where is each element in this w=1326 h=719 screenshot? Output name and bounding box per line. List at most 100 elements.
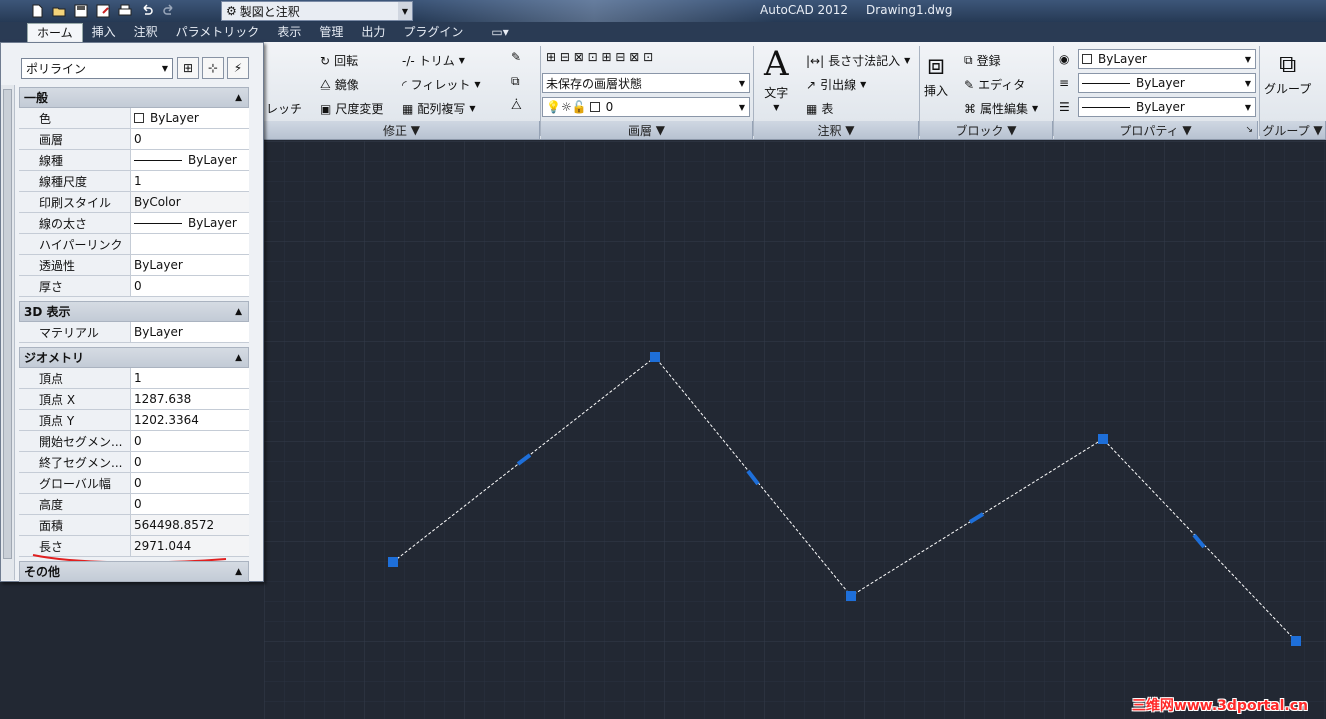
tab-manage[interactable]: 管理 bbox=[310, 23, 352, 42]
stretch-button[interactable]: レッチ bbox=[266, 100, 302, 117]
open-file-icon[interactable] bbox=[50, 2, 68, 20]
line-sample bbox=[134, 222, 182, 224]
tab-view[interactable]: 表示 bbox=[268, 23, 310, 42]
section-general[interactable]: 一般 ▲ bbox=[19, 87, 249, 108]
vertex-grip[interactable] bbox=[1291, 636, 1301, 646]
property-row[interactable]: 高度 0 bbox=[19, 494, 249, 515]
leader-button[interactable]: ↗ 引出線 ▼ bbox=[806, 76, 866, 93]
create-block-button[interactable]: ⧉ 登録 bbox=[964, 52, 1001, 69]
color-swatch bbox=[589, 102, 600, 112]
property-row[interactable]: マテリアル ByLayer bbox=[19, 322, 249, 343]
property-row[interactable]: 面積 564498.8572 bbox=[19, 515, 249, 536]
property-row[interactable]: 終了セグメン... 0 bbox=[19, 452, 249, 473]
erase-icon[interactable]: ✎ bbox=[511, 50, 521, 64]
layer-state-dropdown[interactable]: 未保存の画層状態 ▼ bbox=[542, 73, 750, 93]
dimension-icon: |↔| bbox=[806, 53, 825, 68]
tab-plugins[interactable]: プラグイン bbox=[394, 23, 472, 42]
vertex-grip[interactable] bbox=[846, 591, 856, 601]
workspace-label: 製図と注釈 bbox=[239, 4, 300, 19]
layer-dropdown[interactable]: 💡 ☼ 🔓 0 ▼ bbox=[542, 97, 750, 117]
explode-icon[interactable]: ⧊ bbox=[511, 98, 522, 113]
select-objects-icon[interactable]: ⊹ bbox=[202, 57, 224, 79]
property-row[interactable]: 厚さ 0 bbox=[19, 276, 249, 297]
property-row[interactable]: 画層 0 bbox=[19, 129, 249, 150]
color-dropdown[interactable]: ByLayer ▼ bbox=[1078, 49, 1256, 69]
table-button[interactable]: ▦ 表 bbox=[806, 100, 833, 117]
array-button[interactable]: ▦ 配列複写 ▼ bbox=[402, 100, 476, 117]
property-row[interactable]: 開始セグメン... 0 bbox=[19, 431, 249, 452]
save-icon[interactable] bbox=[72, 2, 90, 20]
property-row[interactable]: ハイパーリンク bbox=[19, 234, 249, 255]
chevron-down-icon: ▼ bbox=[1244, 54, 1252, 64]
insert-block-button[interactable]: ⧈ 挿入 bbox=[924, 50, 948, 99]
dialog-launcher-icon[interactable]: ↘ bbox=[1245, 125, 1253, 135]
linetype-icon[interactable]: ≡ bbox=[1059, 76, 1069, 90]
panel-title-layers[interactable]: 画層 ▼ bbox=[541, 121, 753, 139]
save-as-icon[interactable] bbox=[94, 2, 112, 20]
quick-select-icon[interactable]: ⚡ bbox=[227, 57, 249, 79]
text-button[interactable]: A 文字 ▼ bbox=[764, 46, 789, 112]
panel-title-properties[interactable]: プロパティ ▼ ↘ bbox=[1054, 121, 1258, 139]
watermark: 三维网www.3dportal.cn bbox=[1131, 698, 1308, 714]
tab-output[interactable]: 出力 bbox=[352, 23, 394, 42]
redo-icon[interactable] bbox=[160, 2, 178, 20]
lineweight-icon[interactable]: ☰ bbox=[1059, 100, 1070, 114]
property-row[interactable]: 色 ByLayer bbox=[19, 108, 249, 129]
scrollbar-thumb[interactable] bbox=[3, 89, 12, 559]
panel-title-groups[interactable]: グループ ▼ bbox=[1260, 121, 1326, 139]
tab-home[interactable]: ホーム bbox=[27, 23, 83, 42]
palette-scrollbar[interactable] bbox=[1, 85, 15, 580]
object-type-dropdown[interactable]: ポリライン ▼ bbox=[21, 58, 173, 79]
property-row[interactable]: 頂点 Y 1202.3364 bbox=[19, 410, 249, 431]
property-row[interactable]: 頂点 1 bbox=[19, 368, 249, 389]
property-row[interactable]: 線の太さ ByLayer bbox=[19, 213, 249, 234]
drawing-canvas[interactable] bbox=[264, 141, 1326, 719]
copy-icon[interactable]: ⧉ bbox=[511, 74, 520, 89]
lock-icon: 🔓 bbox=[571, 100, 587, 114]
chevron-down-icon: ▼ bbox=[1032, 104, 1039, 113]
color-wheel-icon[interactable]: ◉ bbox=[1059, 52, 1069, 66]
fillet-button[interactable]: ◜ フィレット ▼ bbox=[402, 76, 481, 93]
property-row[interactable]: 頂点 X 1287.638 bbox=[19, 389, 249, 410]
ribbon-minimize-icon[interactable]: ▭▾ bbox=[482, 23, 517, 42]
lineweight-dropdown[interactable]: ByLayer ▼ bbox=[1078, 97, 1256, 117]
plot-icon[interactable] bbox=[116, 2, 134, 20]
tab-insert[interactable]: 挿入 bbox=[83, 23, 125, 42]
property-row[interactable]: 線種 ByLayer bbox=[19, 150, 249, 171]
toggle-pickadd-icon[interactable]: ⊞ bbox=[177, 57, 199, 79]
section-3d-display[interactable]: 3D 表示 ▲ bbox=[19, 301, 249, 322]
rotate-button[interactable]: ↻ 回転 bbox=[320, 52, 358, 69]
color-swatch bbox=[1082, 54, 1092, 64]
tab-annotate[interactable]: 注釈 bbox=[125, 23, 167, 42]
section-geometry[interactable]: ジオメトリ ▲ bbox=[19, 347, 249, 368]
vertex-grip[interactable] bbox=[650, 352, 660, 362]
panel-title-annotation[interactable]: 注釈 ▼ bbox=[754, 121, 919, 139]
chevron-down-icon: ▼ bbox=[860, 80, 867, 89]
property-row[interactable]: グローバル幅 0 bbox=[19, 473, 249, 494]
property-row[interactable]: 線種尺度 1 bbox=[19, 171, 249, 192]
vertex-grip[interactable] bbox=[388, 557, 398, 567]
tab-parametric[interactable]: パラメトリック bbox=[167, 23, 269, 42]
workspace-dropdown[interactable]: ⚙ 製図と注釈 ▼ bbox=[221, 1, 413, 21]
line-sample bbox=[1082, 82, 1130, 84]
panel-title-block[interactable]: ブロック ▼ bbox=[920, 121, 1053, 139]
vertex-grip[interactable] bbox=[1098, 434, 1108, 444]
layer-tools-icons[interactable]: ⊞ ⊟ ⊠ ⊡ ⊞ ⊟ ⊠ ⊡ bbox=[546, 50, 653, 64]
scale-button[interactable]: ▣ 尺度変更 bbox=[320, 100, 383, 117]
attribute-edit-button[interactable]: ⌘ 属性編集 ▼ bbox=[964, 100, 1038, 117]
mirror-button[interactable]: ⧋ 鏡像 bbox=[320, 76, 359, 93]
section-other[interactable]: その他 ▲ bbox=[19, 561, 249, 582]
property-row[interactable]: 印刷スタイル ByColor bbox=[19, 192, 249, 213]
chevron-down-icon: ▼ bbox=[904, 56, 911, 65]
canvas-area[interactable] bbox=[0, 582, 264, 719]
property-row[interactable]: 透過性 ByLayer bbox=[19, 255, 249, 276]
panel-title-modify[interactable]: 修正 ▼ bbox=[264, 121, 540, 139]
linetype-dropdown[interactable]: ByLayer ▼ bbox=[1078, 73, 1256, 93]
group-button[interactable]: ⧉ グループ bbox=[1264, 50, 1311, 97]
block-editor-button[interactable]: ✎ エディタ bbox=[964, 76, 1025, 93]
chevron-down-icon: ▼ bbox=[458, 56, 465, 65]
trim-button[interactable]: -/- トリム ▼ bbox=[402, 52, 465, 69]
new-file-icon[interactable] bbox=[28, 2, 46, 20]
undo-icon[interactable] bbox=[138, 2, 156, 20]
dimension-button[interactable]: |↔| 長さ寸法記入 ▼ bbox=[806, 52, 910, 69]
